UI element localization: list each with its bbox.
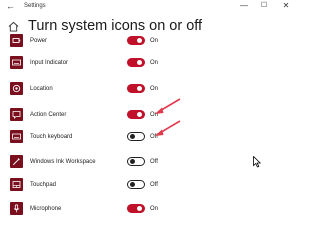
power-icon: [10, 34, 23, 47]
toggle-state-location: On: [150, 86, 159, 92]
setting-row-touchpad: Touchpad Off: [0, 178, 300, 204]
setting-row-input-indicator: Input Indicator On: [0, 56, 300, 82]
setting-label-action-center: Action Center: [30, 112, 67, 118]
setting-label-touchpad: Touchpad: [30, 182, 57, 188]
action-center-icon: [10, 108, 23, 121]
toggle-state-power: On: [150, 38, 159, 44]
toggle-touch-keyboard[interactable]: [127, 132, 145, 141]
toggle-windows-ink-workspace[interactable]: [127, 157, 145, 166]
microphone-icon: [10, 202, 23, 215]
keyboard-icon: [10, 130, 23, 143]
toggle-state-microphone: On: [150, 206, 159, 212]
setting-label-location: Location: [30, 86, 53, 92]
toggle-location[interactable]: [127, 84, 145, 93]
maximize-button[interactable]: ☐: [256, 0, 272, 12]
toggle-power[interactable]: [127, 36, 145, 45]
setting-label-windows-ink-workspace: Windows Ink Workspace: [30, 159, 96, 165]
keyboard-icon: [10, 56, 23, 69]
mouse-cursor-icon: [253, 156, 261, 168]
home-icon[interactable]: [8, 21, 19, 32]
title-bar: ← Settings — ☐ ✕: [0, 0, 300, 13]
toggle-touchpad[interactable]: [127, 180, 145, 189]
toggle-state-windows-ink-workspace: Off: [150, 159, 158, 165]
annotation-arrow-icon: [155, 120, 181, 136]
toggle-state-input-indicator: On: [150, 60, 159, 66]
minimize-button[interactable]: —: [236, 0, 252, 12]
touchpad-icon: [10, 178, 23, 191]
app-title: Settings: [24, 3, 46, 9]
setting-label-microphone: Microphone: [30, 206, 62, 212]
setting-row-microphone: Microphone On: [0, 202, 300, 228]
back-button[interactable]: ←: [6, 0, 15, 12]
setting-label-input-indicator: Input Indicator: [30, 60, 69, 66]
annotation-arrow-icon: [155, 98, 181, 114]
toggle-input-indicator[interactable]: [127, 58, 145, 67]
toggle-microphone[interactable]: [127, 204, 145, 213]
toggle-state-touchpad: Off: [150, 182, 158, 188]
location-icon: [10, 82, 23, 95]
close-button[interactable]: ✕: [278, 0, 294, 12]
toggle-action-center[interactable]: [127, 110, 145, 119]
setting-label-power: Power: [30, 38, 48, 44]
setting-label-touch-keyboard: Touch keyboard: [30, 134, 73, 140]
pen-icon: [10, 155, 23, 168]
